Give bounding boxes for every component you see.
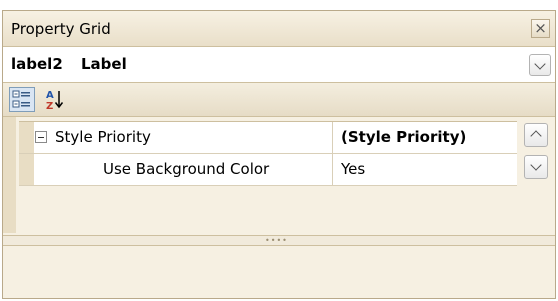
property-name-style-priority: Style Priority [55, 128, 151, 146]
scroll-up-button[interactable] [524, 123, 548, 147]
categorized-view-icon [12, 90, 30, 108]
categorized-view-button[interactable] [9, 87, 35, 112]
scroll-down-button[interactable] [524, 155, 548, 179]
grid-gutter [3, 117, 16, 233]
svg-text:Z: Z [46, 101, 53, 112]
property-row-use-background-color[interactable]: Use Background Color Yes [19, 154, 517, 186]
property-grid: Style Priority (Style Priority) Use Back… [3, 117, 555, 233]
property-name-cell: Style Priority [19, 122, 333, 153]
property-rows: Style Priority (Style Priority) Use Back… [19, 121, 517, 186]
property-value-cell[interactable]: Yes [333, 154, 517, 185]
alphabetical-view-button[interactable]: A Z [41, 87, 67, 112]
property-value-style-priority: (Style Priority) [341, 128, 467, 146]
object-selector[interactable]: label2 Label [3, 47, 555, 83]
property-value-use-background-color: Yes [341, 160, 366, 178]
chevron-down-icon [534, 58, 546, 70]
category-indent [19, 154, 34, 185]
property-toolbar: A Z [3, 83, 555, 117]
object-selector-dropdown-button[interactable] [529, 54, 551, 76]
close-icon: × [534, 19, 547, 37]
property-row-style-priority[interactable]: Style Priority (Style Priority) [19, 122, 517, 154]
chevron-up-icon [530, 130, 542, 142]
chevron-down-icon [530, 159, 542, 171]
svg-text:A: A [46, 90, 54, 101]
selected-object-name: label2 [11, 55, 63, 73]
title-bar: Property Grid × [3, 11, 555, 47]
window-title: Property Grid [11, 20, 111, 38]
property-name-cell: Use Background Color [19, 154, 333, 185]
property-name-use-background-color: Use Background Color [103, 160, 270, 178]
collapse-icon[interactable] [35, 131, 47, 143]
sort-alphabetical-icon: A Z [46, 90, 64, 112]
vertical-scrollbar[interactable] [521, 121, 552, 185]
selected-object-type: Label [81, 55, 127, 73]
property-grid-panel: Property Grid × label2 Label A Z Style P… [2, 10, 556, 299]
category-indent [19, 122, 34, 153]
property-value-cell[interactable]: (Style Priority) [333, 122, 517, 153]
close-button[interactable]: × [531, 19, 550, 38]
description-panel [3, 246, 555, 298]
description-splitter[interactable]: •••• [3, 235, 555, 246]
splitter-grip-icon: •••• [265, 236, 288, 245]
